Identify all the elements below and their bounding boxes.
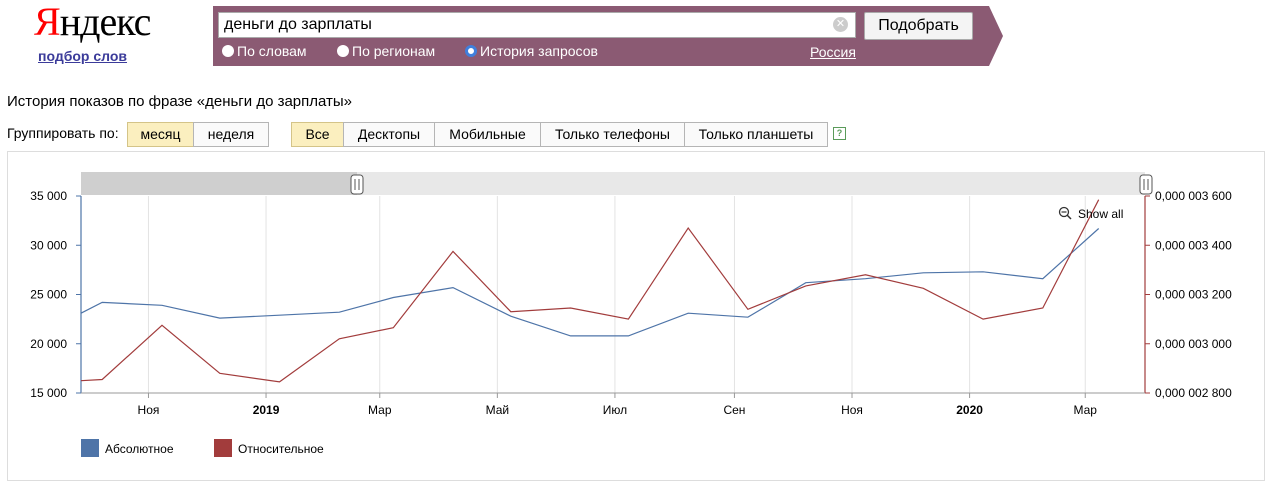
series-relative-line (80, 199, 1100, 383)
logo-rest: ндекс (59, 0, 152, 44)
x-tick-label: 2019 (253, 403, 280, 417)
x-tick-label: 2020 (956, 403, 983, 417)
y-right-tick-label: 0,000 002 800 (1155, 386, 1232, 400)
chart-panel: Ноя 2019 Мар Май Июл Сен Ноя 2020 Мар 15 000 20 00… (7, 151, 1265, 481)
logo-first-letter: Я (34, 0, 61, 44)
navigator-handle-1[interactable] (1139, 174, 1153, 195)
mode-label: По регионам (352, 43, 436, 59)
group-month-button[interactable]: месяц (127, 122, 194, 147)
y-right-tick-label: 0,000 003 400 (1155, 238, 1232, 252)
wordstat-link[interactable]: подбор слов (38, 48, 127, 64)
y-left-tick-label: 15 000 (30, 386, 67, 400)
mode-by-words[interactable]: По словам (222, 43, 307, 59)
x-tick-label: Июл (603, 403, 627, 417)
mode-label: История запросов (480, 43, 598, 59)
help-icon[interactable]: ? (833, 127, 846, 140)
group-by-label: Группировать по: (7, 125, 119, 141)
legend-swatch[interactable] (81, 439, 99, 457)
y-right-tick-label: 0,000 003 600 (1155, 189, 1232, 203)
search-input[interactable]: деньги до зарплаты (218, 12, 856, 38)
legend-label[interactable]: Относительное (238, 442, 324, 456)
x-tick-label: Ноя (841, 403, 863, 417)
zoom-handle (1066, 214, 1072, 220)
radio-icon[interactable] (222, 45, 234, 57)
radio-selected-icon[interactable] (465, 45, 477, 57)
y-right-tick-label: 0,000 003 000 (1155, 337, 1232, 351)
device-tablets-button[interactable]: Только планшеты (684, 122, 828, 147)
x-tick-label: Ноя (138, 403, 160, 417)
x-tick-label: Мар (1074, 403, 1098, 417)
radio-icon[interactable] (337, 45, 349, 57)
yandex-logo[interactable]: Яндекс (34, 0, 152, 44)
clear-icon[interactable]: ✕ (833, 17, 848, 32)
legend-label[interactable]: Абсолютное (105, 442, 174, 456)
legend-swatch[interactable] (214, 439, 232, 457)
y-right-tick-label: 0,000 003 200 (1155, 288, 1232, 302)
mode-history[interactable]: История запросов (465, 43, 598, 59)
mode-label: По словам (237, 43, 307, 59)
page-title: История показов по фразе «деньги до зарп… (7, 93, 353, 110)
mode-by-regions[interactable]: По регионам (337, 43, 435, 59)
submit-button[interactable]: Подобрать (864, 12, 973, 40)
history-chart: Ноя 2019 Мар Май Июл Сен Ноя 2020 Мар 15 000 20 00… (30, 172, 1232, 457)
navigator-handle-0[interactable] (350, 174, 364, 195)
show-all-button[interactable]: Show all (1058, 206, 1124, 221)
device-phones-button[interactable]: Только телефоны (540, 122, 685, 147)
x-tick-label: Май (486, 403, 510, 417)
y-left-tick-label: 20 000 (30, 337, 67, 351)
device-desktop-button[interactable]: Десктопы (343, 122, 435, 147)
series-absolute-line (80, 228, 1100, 337)
group-week-button[interactable]: неделя (193, 122, 269, 147)
y-left-tick-label: 30 000 (30, 238, 67, 252)
device-all-button[interactable]: Все (291, 122, 344, 147)
navigator-shaded (81, 172, 357, 195)
show-all-label[interactable]: Show all (1078, 207, 1123, 221)
region-link[interactable]: Россия (810, 44, 856, 60)
y-left-tick-label: 35 000 (30, 189, 67, 203)
x-tick-label: Мар (368, 403, 392, 417)
y-left-tick-label: 25 000 (30, 288, 67, 302)
device-mobile-button[interactable]: Мобильные (434, 122, 541, 147)
x-tick-label: Сен (723, 403, 745, 417)
